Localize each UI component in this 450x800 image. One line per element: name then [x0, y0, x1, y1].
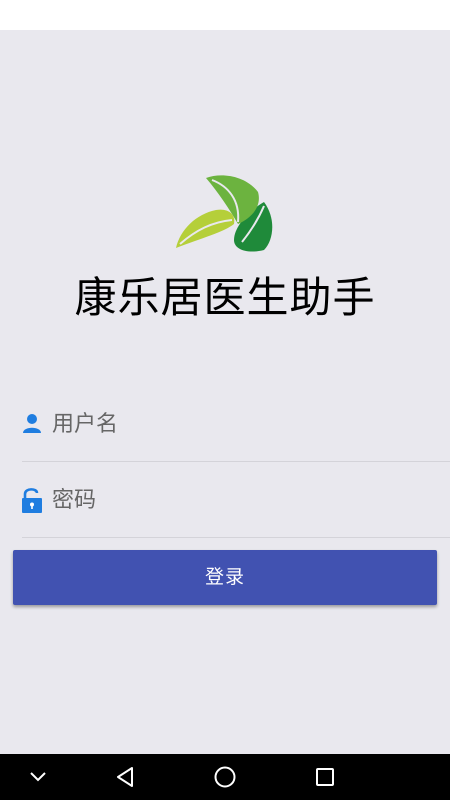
- password-divider: [22, 537, 450, 538]
- recents-square-icon[interactable]: [295, 754, 355, 800]
- status-bar: [0, 0, 450, 30]
- navigation-bar: [0, 754, 450, 800]
- leaf-logo-icon: [172, 170, 278, 254]
- chevron-down-icon[interactable]: [8, 754, 68, 800]
- app-title: 康乐居医生助手: [74, 273, 376, 322]
- username-field[interactable]: [20, 396, 450, 452]
- back-triangle-icon[interactable]: [95, 754, 155, 800]
- password-field[interactable]: [20, 472, 450, 528]
- username-divider: [22, 461, 450, 462]
- password-input[interactable]: [52, 472, 442, 528]
- lock-icon: [20, 485, 44, 515]
- user-icon: [20, 412, 44, 442]
- username-input[interactable]: [52, 396, 442, 452]
- home-circle-icon[interactable]: [195, 754, 255, 800]
- login-button[interactable]: 登录: [13, 550, 437, 605]
